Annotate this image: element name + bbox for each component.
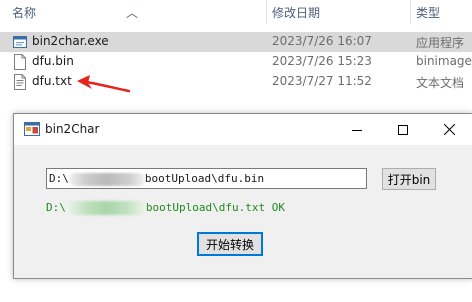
- dialog-titlebar[interactable]: bin2Char: [14, 114, 472, 145]
- close-icon: [443, 124, 455, 135]
- file-modified: 2023/7/26 16:07: [272, 34, 372, 48]
- path-prefix: D:\: [49, 172, 69, 185]
- file-type: 应用程序: [416, 36, 465, 50]
- conversion-status: D:\ bootUpload\dfu.txt OK: [46, 201, 285, 215]
- app-window-icon: [24, 122, 40, 136]
- status-prefix: D:\: [46, 201, 66, 214]
- maximize-button[interactable]: [380, 114, 426, 145]
- redacted-status-segment: [65, 201, 146, 215]
- column-header-type[interactable]: 类型: [416, 4, 440, 21]
- start-convert-button[interactable]: 开始转换: [197, 232, 263, 256]
- status-suffix: bootUpload\dfu.txt OK: [145, 201, 285, 214]
- bin2char-dialog: bin2Char D:\ bootUpload\dfu.bin 打开bin D:\…: [13, 113, 472, 279]
- redacted-path-segment: [68, 172, 145, 186]
- file-row-dfu-txt[interactable]: dfu.txt 2023/7/27 11:52 文本文档: [0, 72, 472, 92]
- file-type: binimage: [416, 54, 472, 68]
- column-header-bar: 名称 ︿ 修改日期 类型: [0, 0, 472, 24]
- file-row-dfu-bin[interactable]: dfu.bin 2023/7/26 15:23 binimage: [0, 52, 472, 72]
- minimize-icon: [352, 129, 362, 131]
- column-header-modified[interactable]: 修改日期: [272, 4, 320, 21]
- column-header-name[interactable]: 名称: [12, 4, 36, 21]
- file-modified: 2023/7/26 15:23: [272, 54, 372, 68]
- text-file-icon: [14, 74, 26, 90]
- file-name: dfu.bin: [32, 54, 74, 68]
- file-icon: [14, 54, 26, 70]
- minimize-button[interactable]: [334, 114, 380, 145]
- dialog-title: bin2Char: [45, 122, 100, 136]
- file-type: 文本文档: [416, 76, 465, 90]
- column-divider[interactable]: [266, 0, 267, 24]
- exe-icon: [13, 36, 27, 48]
- column-divider[interactable]: [410, 0, 411, 24]
- close-button[interactable]: [426, 114, 472, 145]
- open-bin-button[interactable]: 打开bin: [382, 168, 436, 190]
- file-name: dfu.txt: [32, 74, 72, 88]
- file-row-bin2char-exe[interactable]: bin2char.exe 2023/7/26 16:07 应用程序: [0, 32, 472, 52]
- path-suffix: bootUpload\dfu.bin: [144, 172, 265, 185]
- sort-ascending-icon: ︿: [126, 6, 139, 20]
- file-name: bin2char.exe: [32, 34, 109, 48]
- maximize-icon: [398, 124, 408, 135]
- bin-path-input[interactable]: D:\ bootUpload\dfu.bin: [46, 168, 367, 189]
- file-modified: 2023/7/27 11:52: [272, 74, 372, 88]
- red-arrow-annotation-icon: [77, 75, 130, 93]
